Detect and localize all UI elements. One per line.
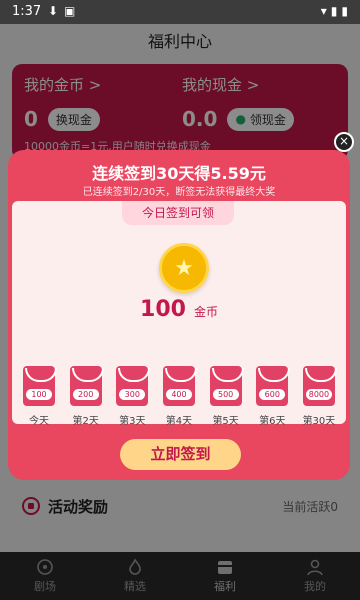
coin-icon: ★ (159, 243, 209, 293)
day-item: 300 第3天 (113, 366, 151, 440)
red-envelope-icon: 600 (256, 366, 291, 406)
close-icon: × (338, 134, 350, 148)
reward-amount: 100 (140, 297, 186, 322)
red-envelope-icon: 200 (69, 366, 104, 406)
day-reward-value: 8000 (305, 389, 332, 400)
day-item: 100 今天 (20, 366, 58, 440)
system-icons: ▾▮▮ (320, 4, 352, 18)
reward-unit: 金币 (193, 305, 218, 319)
star-icon: ★ (174, 255, 194, 281)
day-label: 第30天 (302, 416, 336, 427)
status-time: 1:37 (12, 4, 42, 19)
day-label: 第4天 (165, 416, 193, 427)
day-label: 第3天 (119, 416, 146, 427)
day-item: 400 第4天 (160, 366, 198, 440)
day-item: 500 第5天 (207, 366, 245, 440)
day-reward-value: 100 (26, 389, 52, 400)
notification-icons: ⬇▣ (48, 4, 82, 18)
day-reward-value: 300 (119, 389, 146, 400)
red-envelope-icon: 8000 (302, 366, 337, 406)
day-reward-value: 600 (259, 389, 286, 400)
day-item: 600 第6天 (253, 366, 291, 440)
day-item: 8000 第30天 (300, 366, 338, 440)
day-label: 第6天 (259, 416, 286, 427)
day-reward-value: 200 (72, 389, 99, 400)
day-label: 今天 (29, 416, 49, 427)
day-label: 第2天 (72, 416, 99, 427)
red-envelope-icon: 400 (162, 366, 197, 406)
sign-in-button[interactable]: 立即签到 (120, 439, 241, 470)
modal-subtitle: 已连续签到2/30天，断签无法获得最终大奖 (82, 187, 276, 198)
day-reward-value: 400 (165, 389, 192, 400)
reward-row: 100 金币 (12, 297, 346, 322)
close-button[interactable]: × (334, 132, 354, 152)
day-item: 200 第2天 (67, 366, 105, 440)
red-envelope-icon: 100 (23, 366, 57, 406)
day-reward-value: 500 (212, 389, 239, 400)
red-envelope-icon: 300 (116, 366, 151, 406)
today-tag: 今日签到可领 (122, 201, 234, 225)
red-envelope-icon: 500 (209, 366, 244, 406)
day-label: 第5天 (212, 416, 239, 427)
status-bar: 1:37 ⬇▣ ▾▮▮ (0, 0, 360, 24)
modal-title: 连续签到30天得5.59元 (92, 164, 266, 183)
days-strip: 100 今天 200 第2天 300 第3天 400 第4天 500 第5天 6… (12, 366, 346, 440)
checkin-modal: 连续签到30天得5.59元 已连续签到2/30天，断签无法获得最终大奖 今日签到… (8, 150, 350, 480)
